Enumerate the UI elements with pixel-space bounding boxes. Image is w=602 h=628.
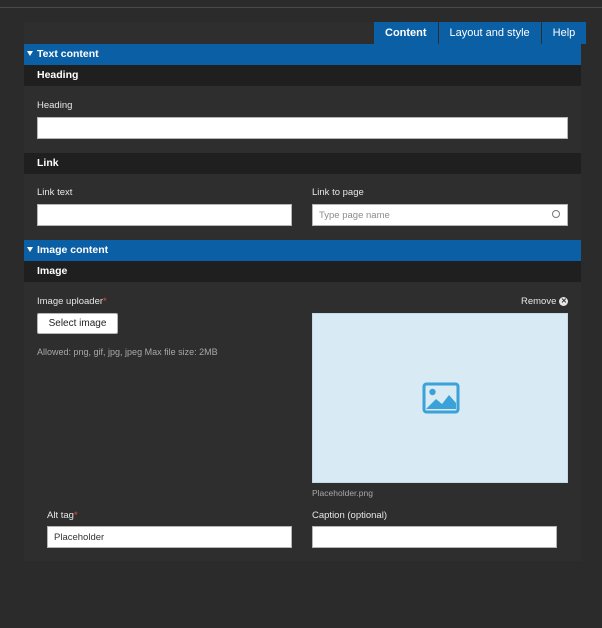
- tab-content[interactable]: Content: [374, 22, 438, 44]
- caption-input[interactable]: [312, 526, 557, 548]
- text-content-section-label: Text content: [37, 48, 99, 60]
- remove-label: Remove: [521, 296, 557, 307]
- alt-tag-label: Alt tag*: [47, 510, 78, 521]
- close-circle-icon: ✕: [559, 296, 569, 306]
- select-image-button[interactable]: Select image: [37, 313, 118, 334]
- caret-down-icon: [27, 247, 33, 253]
- image-preview: [312, 313, 568, 483]
- text-content-section-toggle[interactable]: Text content: [24, 44, 581, 65]
- required-asterisk: *: [103, 296, 107, 307]
- alt-tag-input[interactable]: [47, 526, 292, 548]
- image-content-section-label: Image content: [37, 244, 109, 256]
- heading-input[interactable]: [37, 117, 568, 139]
- image-content-section-toggle[interactable]: Image content: [24, 240, 581, 261]
- link-to-page-label: Link to page: [312, 187, 364, 198]
- caption-label: Caption (optional): [312, 510, 387, 521]
- tab-layout-and-style[interactable]: Layout and style: [438, 22, 541, 44]
- tab-help[interactable]: Help: [541, 22, 587, 44]
- image-group-title: Image: [24, 261, 581, 282]
- image-uploader-label-text: Image uploader: [37, 296, 104, 307]
- autocomplete-circle-icon: [552, 210, 560, 218]
- link-text-label: Link text: [37, 187, 73, 198]
- caret-down-icon: [27, 51, 33, 57]
- link-text-input[interactable]: [37, 204, 292, 226]
- heading-field-label: Heading: [37, 100, 73, 111]
- link-to-page-input[interactable]: [312, 204, 568, 226]
- heading-group-title: Heading: [24, 65, 581, 86]
- link-group-title: Link: [24, 153, 581, 174]
- top-divider: [0, 7, 602, 8]
- remove-image-button[interactable]: Remove ✕: [521, 296, 569, 307]
- allowed-file-types-hint: Allowed: png, gif, jpg, jpeg Max file si…: [37, 347, 218, 357]
- alt-tag-label-text: Alt tag: [47, 510, 74, 521]
- image-uploader-label: Image uploader*: [37, 296, 107, 307]
- image-placeholder-icon: [422, 382, 460, 414]
- image-filename: Placeholder.png: [312, 488, 373, 498]
- tab-bar: Content Layout and style Help: [373, 22, 587, 44]
- required-asterisk: *: [73, 510, 78, 521]
